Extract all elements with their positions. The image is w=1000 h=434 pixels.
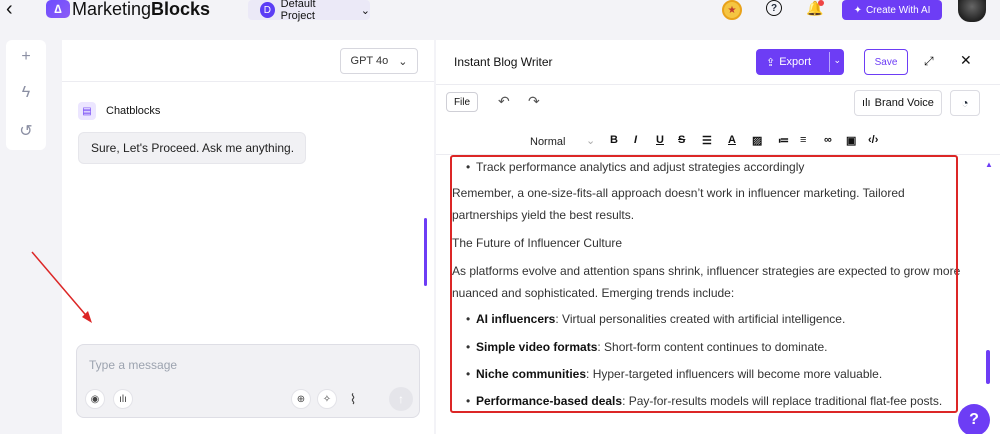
chevron-down-icon: ⌄ xyxy=(398,55,408,68)
lightning-icon[interactable]: ϟ xyxy=(6,78,46,108)
bullet-list-icon[interactable]: ≡ xyxy=(800,134,806,146)
trend-title: Niche communities xyxy=(476,367,587,381)
top-bar: ‹ ∆ MarketingBlocks D Default Project ⌄ … xyxy=(0,0,1000,38)
brand-prefix: Marketing xyxy=(72,0,152,19)
chevron-left-icon[interactable]: ‹ xyxy=(6,0,22,20)
text-style-select[interactable]: Normal xyxy=(530,136,565,148)
history-icon[interactable]: ↺ xyxy=(6,116,46,146)
chat-panel: GPT 4o ⌄ ▤ Chatblocks Sure, Let's Procee… xyxy=(62,40,434,434)
link-icon[interactable]: ∞ xyxy=(824,134,832,146)
list-item: Performance-based deals: Pay-for-results… xyxy=(466,390,976,412)
trend-text: : Hyper-targeted influencers will become… xyxy=(586,367,883,381)
editor-title: Instant Blog Writer xyxy=(454,55,553,69)
trend-text: : Pay-for-results models will replace tr… xyxy=(622,394,943,408)
medal-icon[interactable]: ★ xyxy=(722,0,742,20)
model-label: GPT 4o xyxy=(350,55,389,67)
export-divider xyxy=(829,52,830,72)
image-icon[interactable]: ▣ xyxy=(846,134,856,147)
ordered-list-icon[interactable]: ≔ xyxy=(778,134,789,147)
trend-text: : Virtual personalities created with art… xyxy=(555,312,846,326)
chevron-down-icon[interactable]: ⌄ xyxy=(833,55,841,66)
brand-voice-label: Brand Voice xyxy=(874,97,934,109)
chevron-down-icon: ⌄ xyxy=(360,4,370,17)
italic-icon[interactable]: I xyxy=(634,134,637,146)
divider xyxy=(436,154,1000,155)
create-with-ai-label: Create With AI xyxy=(865,4,931,16)
create-with-ai-button[interactable]: ✦ Create With AI xyxy=(842,0,942,20)
section-heading: The Future of Influencer Culture xyxy=(452,236,623,250)
project-initial-badge: D xyxy=(260,2,275,18)
paragraph: nuanced and sophisticated. Emerging tren… xyxy=(452,286,735,300)
editor-scrollbar[interactable] xyxy=(986,350,990,384)
brand-voice-button[interactable]: ılı Brand Voice xyxy=(854,90,942,116)
chatblocks-icon: ▤ xyxy=(78,102,96,120)
paragraph: As platforms evolve and attention spans … xyxy=(452,264,961,278)
highlight-icon[interactable]: ▨ xyxy=(752,134,762,147)
gauge-icon[interactable]: ◔ xyxy=(950,90,980,116)
bold-icon[interactable]: B xyxy=(610,134,618,146)
logo-icon: ∆ xyxy=(46,0,70,18)
formatting-toolbar: Normal ⌄ B I U S ☰ A ▨ ≔ ≡ ∞ ▣ ‹/› xyxy=(436,128,1000,154)
chat-scrollbar[interactable] xyxy=(424,218,427,286)
underline-icon[interactable]: U xyxy=(656,134,664,146)
list-item: Simple video formats: Short-form content… xyxy=(466,336,976,358)
chat-header: GPT 4o ⌄ xyxy=(62,40,434,82)
strikethrough-icon[interactable]: S xyxy=(678,134,685,146)
editor-panel: Instant Blog Writer ⇪ Export ⌄ Save ⤢ ✕ … xyxy=(436,40,1000,434)
send-button[interactable]: ↑ xyxy=(389,387,413,411)
code-icon[interactable]: ‹/› xyxy=(868,134,878,146)
upload-icon: ⇪ xyxy=(766,56,776,69)
editor-content[interactable]: Track performance analytics and adjust s… xyxy=(436,156,986,434)
help-icon[interactable]: ? xyxy=(766,0,782,16)
chatblocks-label: Chatblocks xyxy=(106,105,161,117)
plus-icon[interactable]: + xyxy=(6,42,46,72)
expand-icon[interactable]: ⤢ xyxy=(924,54,934,69)
voice-wave-icon: ılı xyxy=(862,97,871,109)
trend-title: AI influencers xyxy=(476,312,556,326)
persona-icon[interactable]: ◉ xyxy=(85,389,105,409)
redo-icon[interactable]: ↷ xyxy=(528,93,540,110)
trend-text: : Short-form content continues to domina… xyxy=(597,340,828,354)
assistant-message: Sure, Let's Proceed. Ask me anything. xyxy=(78,132,306,164)
help-chat-button[interactable]: ? xyxy=(958,404,990,434)
message-composer: ◉ ılı ⊕ ✧ ⌇ ↑ xyxy=(76,344,420,418)
sparkle-icon: ✦ xyxy=(853,4,862,16)
save-button[interactable]: Save xyxy=(864,49,908,75)
magic-icon[interactable]: ✧ xyxy=(317,389,337,409)
list-item: Track performance analytics and adjust s… xyxy=(466,156,976,178)
close-icon[interactable]: ✕ xyxy=(960,52,972,69)
list-item: Niche communities: Hyper-targeted influe… xyxy=(466,363,976,385)
left-rail: + ϟ ↺ xyxy=(6,40,46,150)
paragraph: Remember, a one-size-fits-all approach d… xyxy=(452,186,905,200)
paragraph: partnerships yield the best results. xyxy=(452,208,635,222)
project-selector[interactable]: D Default Project ⌄ xyxy=(248,0,370,22)
scroll-up-icon[interactable]: ▲ xyxy=(985,160,993,169)
model-selector[interactable]: GPT 4o ⌄ xyxy=(340,48,418,74)
align-icon[interactable]: ☰ xyxy=(702,134,712,147)
undo-icon[interactable]: ↶ xyxy=(498,93,510,110)
message-input[interactable] xyxy=(89,357,389,373)
globe-icon[interactable]: ⊕ xyxy=(291,389,311,409)
brand-suffix: Blocks xyxy=(151,0,211,19)
file-menu-button[interactable]: File xyxy=(446,92,478,112)
chevron-down-icon[interactable]: ⌄ xyxy=(586,134,595,147)
trend-title: Simple video formats xyxy=(476,340,598,354)
export-button[interactable]: ⇪ Export ⌄ xyxy=(756,49,844,75)
export-label: Export xyxy=(779,56,812,68)
list-item: AI influencers: Virtual personalities cr… xyxy=(466,308,976,330)
attachment-icon[interactable]: ⌇ xyxy=(343,389,363,409)
bell-icon[interactable]: 🔔 xyxy=(806,0,824,18)
trend-title: Performance-based deals xyxy=(476,394,623,408)
text-color-icon[interactable]: A xyxy=(728,134,736,146)
voice-icon[interactable]: ılı xyxy=(113,389,133,409)
brand-logo[interactable]: MarketingBlocks xyxy=(72,0,210,18)
project-name: Default Project xyxy=(280,0,316,22)
avatar[interactable] xyxy=(958,0,986,22)
divider xyxy=(436,84,1000,85)
notification-dot xyxy=(818,0,824,6)
